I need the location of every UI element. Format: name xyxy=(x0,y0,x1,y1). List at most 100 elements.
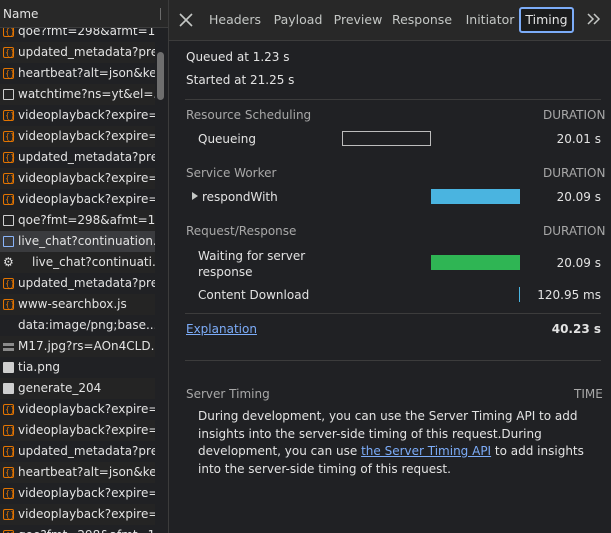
request-rows: qoe?fmt=298&afmt=1... updated_metadata?pr… xyxy=(0,21,155,533)
document-icon xyxy=(3,236,14,247)
request-row[interactable]: videoplayback?expire=... xyxy=(0,189,155,210)
request-row[interactable]: videoplayback?expire=... xyxy=(0,126,155,147)
request-name: tia.png xyxy=(18,360,61,374)
request-row[interactable]: updated_metadata?pre... xyxy=(0,42,155,63)
divider xyxy=(185,99,601,100)
content-download-label: Content Download xyxy=(198,288,310,302)
xhr-icon xyxy=(3,147,15,168)
xhr-icon xyxy=(3,189,15,210)
request-row[interactable]: videoplayback?expire=... xyxy=(0,504,155,525)
total-duration: 40.23 s xyxy=(551,322,601,336)
content-download-bar xyxy=(519,287,520,302)
respond-with-value: 20.09 s xyxy=(556,190,601,204)
request-name: qoe?fmt=298&afmt=1... xyxy=(18,525,155,533)
request-row[interactable]: updated_metadata?pre... xyxy=(0,441,155,462)
request-row[interactable]: videoplayback?expire=... xyxy=(0,483,155,504)
request-list: qoe?fmt=298&afmt=1... updated_metadata?pr… xyxy=(0,0,169,533)
request-row[interactable]: qoe?fmt=298&afmt=1... xyxy=(0,210,155,231)
xhr-icon xyxy=(3,63,15,84)
request-name: generate_204 xyxy=(18,381,102,395)
xhr-icon xyxy=(3,399,15,420)
request-row[interactable]: generate_204 xyxy=(0,378,155,399)
request-row[interactable]: updated_metadata?pre... xyxy=(0,273,155,294)
content-download-value: 120.95 ms xyxy=(537,288,601,302)
tab-payload[interactable]: Payload xyxy=(269,7,327,33)
image-icon xyxy=(3,343,14,351)
request-name: updated_metadata?pre... xyxy=(18,150,155,164)
tab-initiator[interactable]: Initiator xyxy=(462,7,518,33)
close-icon[interactable] xyxy=(177,11,195,29)
request-list-scrollbar[interactable] xyxy=(157,52,164,100)
request-row[interactable]: qoe?fmt=298&afmt=1... xyxy=(0,525,155,533)
request-name: live_chat?continuati... xyxy=(32,255,155,269)
tab-headers[interactable]: Headers xyxy=(205,7,265,33)
request-name: M17.jpg?rs=AOn4CLD... xyxy=(18,339,155,353)
expand-triangle-icon[interactable] xyxy=(191,192,199,200)
duration-heading: DURATION xyxy=(543,166,606,180)
devtools-network-panel: qoe?fmt=298&afmt=1... updated_metadata?pr… xyxy=(0,0,611,533)
document-icon xyxy=(3,89,14,100)
request-row[interactable]: watchtime?ns=yt&el=... xyxy=(0,84,155,105)
request-name: data:image/png;base... xyxy=(18,318,155,332)
request-name: qoe?fmt=298&afmt=1... xyxy=(18,213,155,227)
respond-with-label[interactable]: respondWith xyxy=(202,190,278,204)
request-row[interactable]: videoplayback?expire=... xyxy=(0,168,155,189)
request-row[interactable]: tia.png xyxy=(0,357,155,378)
time-heading: TIME xyxy=(574,387,603,401)
waiting-bar xyxy=(431,255,520,270)
request-row[interactable]: videoplayback?expire=... xyxy=(0,399,155,420)
xhr-icon xyxy=(3,168,15,189)
blank-icon xyxy=(3,320,14,331)
request-response-heading: Request/Response xyxy=(186,224,297,238)
resource-scheduling-heading: Resource Scheduling xyxy=(186,108,312,122)
name-column-header[interactable]: Name xyxy=(0,0,168,28)
details-tab-bar: Headers Payload Preview Response Initiat… xyxy=(169,0,611,41)
request-row[interactable]: data:image/png;base... xyxy=(0,315,155,336)
waiting-value: 20.09 s xyxy=(556,256,601,270)
request-name: videoplayback?expire=... xyxy=(18,129,155,143)
started-at: Started at 21.25 s xyxy=(186,73,295,87)
chevron-double-right-icon[interactable] xyxy=(584,9,604,29)
image-icon xyxy=(3,383,14,394)
waiting-label: Waiting for server response xyxy=(198,249,306,279)
request-name: videoplayback?expire=... xyxy=(18,402,155,416)
request-row[interactable]: M17.jpg?rs=AOn4CLD... xyxy=(0,336,155,357)
server-timing-api-link[interactable]: the Server Timing API xyxy=(361,444,491,458)
queued-at: Queued at 1.23 s xyxy=(186,50,290,64)
gear-icon: ⚙ xyxy=(3,255,14,269)
request-row[interactable]: heartbeat?alt=json&ke... xyxy=(0,462,155,483)
request-name: heartbeat?alt=json&ke... xyxy=(18,66,155,80)
request-name: heartbeat?alt=json&ke... xyxy=(18,465,155,479)
xhr-icon xyxy=(3,273,15,294)
duration-heading: DURATION xyxy=(543,108,606,122)
divider xyxy=(185,313,601,314)
xhr-icon xyxy=(3,504,15,525)
request-row[interactable]: updated_metadata?pre... xyxy=(0,147,155,168)
respond-with-bar xyxy=(431,189,520,204)
request-name: watchtime?ns=yt&el=... xyxy=(18,87,155,101)
column-separator[interactable] xyxy=(160,8,161,20)
request-row[interactable]: heartbeat?alt=json&ke... xyxy=(0,63,155,84)
tab-timing[interactable]: Timing xyxy=(519,7,574,33)
request-row[interactable]: videoplayback?expire=... xyxy=(0,105,155,126)
tab-preview[interactable]: Preview xyxy=(331,7,385,33)
request-name: updated_metadata?pre... xyxy=(18,45,155,59)
request-name: videoplayback?expire=... xyxy=(18,108,155,122)
request-row[interactable]: live_chat?continuation... xyxy=(0,231,155,252)
server-timing-heading: Server Timing xyxy=(186,387,270,401)
request-name: updated_metadata?pre... xyxy=(18,276,155,290)
explanation-link[interactable]: Explanation xyxy=(186,322,257,336)
request-row[interactable]: videoplayback?expire=... xyxy=(0,420,155,441)
image-icon xyxy=(3,362,14,373)
request-row[interactable]: ⚙ live_chat?continuati... xyxy=(0,252,155,273)
xhr-icon xyxy=(3,294,15,315)
divider xyxy=(185,360,601,361)
request-row[interactable]: www-searchbox.js xyxy=(0,294,155,315)
request-name: videoplayback?expire=... xyxy=(18,171,155,185)
xhr-icon xyxy=(3,126,15,147)
queueing-value: 20.01 s xyxy=(556,132,601,146)
queueing-label: Queueing xyxy=(198,132,256,146)
tab-response[interactable]: Response xyxy=(391,7,453,33)
server-timing-description: During development, you can use the Serv… xyxy=(198,408,608,478)
queueing-bar xyxy=(342,131,431,146)
